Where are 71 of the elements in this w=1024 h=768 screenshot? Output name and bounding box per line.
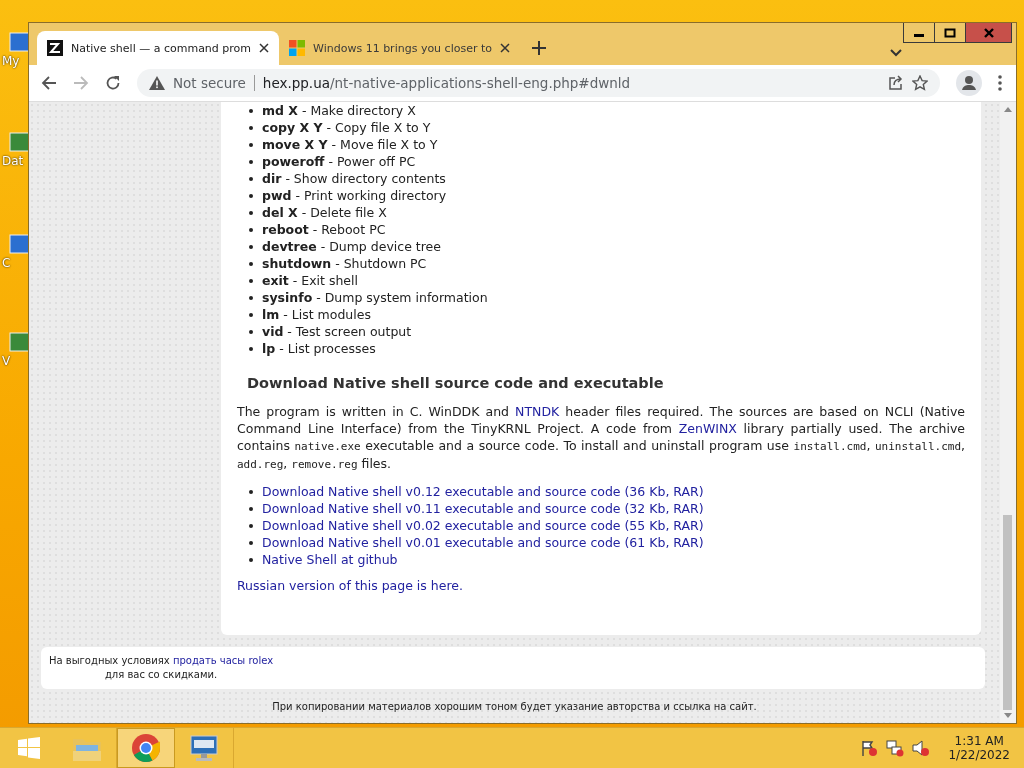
desktop-icon-label: C: [2, 256, 11, 270]
command-item: poweroff - Power off PC: [262, 153, 416, 170]
command-item: move X Y - Move file X to Y: [262, 136, 438, 153]
command-item: devtree - Dump device tree: [262, 238, 441, 255]
clock-date: 1/22/2022: [948, 748, 1010, 762]
address-bar[interactable]: Not secure hex.pp.ua/nt-native-applications-shell-eng.php#dwnld: [137, 69, 940, 97]
command-item: lm - List modules: [262, 306, 371, 323]
profile-avatar-icon[interactable]: [956, 70, 982, 96]
russian-version-link[interactable]: Russian version of this page is here.: [237, 578, 463, 593]
close-button[interactable]: [966, 23, 1011, 42]
warning-icon: [149, 76, 165, 90]
browser-tab[interactable]: Native shell — a command prom: [37, 31, 280, 65]
desktop-icon-label: V: [2, 354, 11, 368]
security-label: Not secure: [173, 75, 246, 91]
desktop-icon-label: Dat: [2, 154, 24, 168]
section-heading: Download Native shell source code and executable: [247, 375, 665, 391]
close-icon[interactable]: [259, 43, 270, 53]
clock-time: 1:31 AM: [954, 734, 1004, 748]
command-item: pwd - Print working directory: [262, 187, 447, 204]
windows-logo-icon: [289, 40, 306, 56]
url-text: hex.pp.ua/nt-native-applications-shell-eng.php#dwnld: [262, 75, 631, 91]
close-icon[interactable]: [500, 43, 510, 53]
desktop-icon-label: My: [2, 54, 20, 68]
text-link[interactable]: ZenWINX: [678, 421, 737, 436]
star-icon[interactable]: [912, 75, 928, 91]
back-icon[interactable]: [41, 75, 57, 91]
clock[interactable]: 1:31 AM 1/22/2022: [948, 734, 1010, 762]
command-item: lp - List processes: [262, 340, 376, 357]
command-item: vid - Test screen output: [262, 323, 412, 340]
browser-tab[interactable]: Windows 11 brings you closer to: [279, 31, 520, 65]
tab-title: Windows 11 brings you closer to: [313, 41, 492, 55]
command-item: exit - Exit shell: [262, 272, 358, 289]
ad-text: На выгодных условиях продать часы rolex: [49, 654, 274, 668]
command-item: dir - Show directory contents: [262, 170, 446, 187]
footer-text: При копировании материалов хорошим тоном будет указание авторства и ссылка на сайт.: [271, 701, 758, 712]
site-favicon-icon: [47, 40, 63, 56]
monitor-icon: [188, 733, 220, 763]
close-icon: [982, 27, 995, 38]
windows-logo-icon: [18, 737, 40, 759]
speaker-icon[interactable]: [912, 739, 931, 757]
download-link[interactable]: Download Native shell v0.01 executable and source code (61 Kb, RAR): [262, 534, 704, 551]
download-link[interactable]: Native Shell at github: [262, 551, 398, 568]
command-item: md X - Make directory X: [262, 102, 416, 119]
scroll-up-icon[interactable]: [1004, 106, 1012, 112]
command-item: sysinfo - Dump system information: [262, 289, 488, 306]
flag-icon[interactable]: [860, 739, 879, 757]
chrome-icon: [131, 733, 161, 763]
taskbar-app[interactable]: [117, 728, 175, 768]
menu-icon[interactable]: [998, 75, 1002, 91]
paragraph: The program is written in C. WinDDK and NTNDK header files required. The sources are based on NCLI (Native Command Line Interface) from the TinyKRNL Project. A code from ZenWINX library partially used. The archive contains native.exe executable and a source code. To install and uninstall program use install.cmd, uninstall.cmd, add.reg, remove.reg files.: [237, 403, 965, 473]
new-tab-icon[interactable]: [532, 41, 546, 55]
ad-text: для вас со скидками.: [103, 668, 219, 682]
minimize-icon: [914, 34, 924, 37]
command-item: reboot - Reboot PC: [262, 221, 386, 238]
command-item: del X - Delete file X: [262, 204, 387, 221]
scroll-thumb[interactable]: [1003, 515, 1012, 710]
text-link[interactable]: NTNDK: [515, 404, 560, 419]
chevron-down-icon[interactable]: [890, 49, 902, 57]
download-link[interactable]: Download Native shell v0.02 executable and source code (55 Kb, RAR): [262, 517, 704, 534]
command-item: copy X Y - Copy file X to Y: [262, 119, 431, 136]
tab-title: Native shell — a command prom: [71, 41, 252, 55]
download-link[interactable]: Download Native shell v0.11 executable and source code (32 Kb, RAR): [262, 500, 704, 517]
scroll-down-icon[interactable]: [1004, 713, 1012, 719]
network-icon[interactable]: [886, 739, 905, 757]
ad-link[interactable]: продать часы rolex: [172, 655, 274, 666]
command-item: shutdown - Shutdown PC: [262, 255, 427, 272]
maximize-icon: [944, 27, 956, 38]
reload-icon[interactable]: [105, 75, 121, 91]
download-link[interactable]: Download Native shell v0.12 executable and source code (36 Kb, RAR): [262, 483, 704, 500]
share-icon[interactable]: [888, 75, 904, 91]
scrollbar[interactable]: [1000, 102, 1016, 723]
